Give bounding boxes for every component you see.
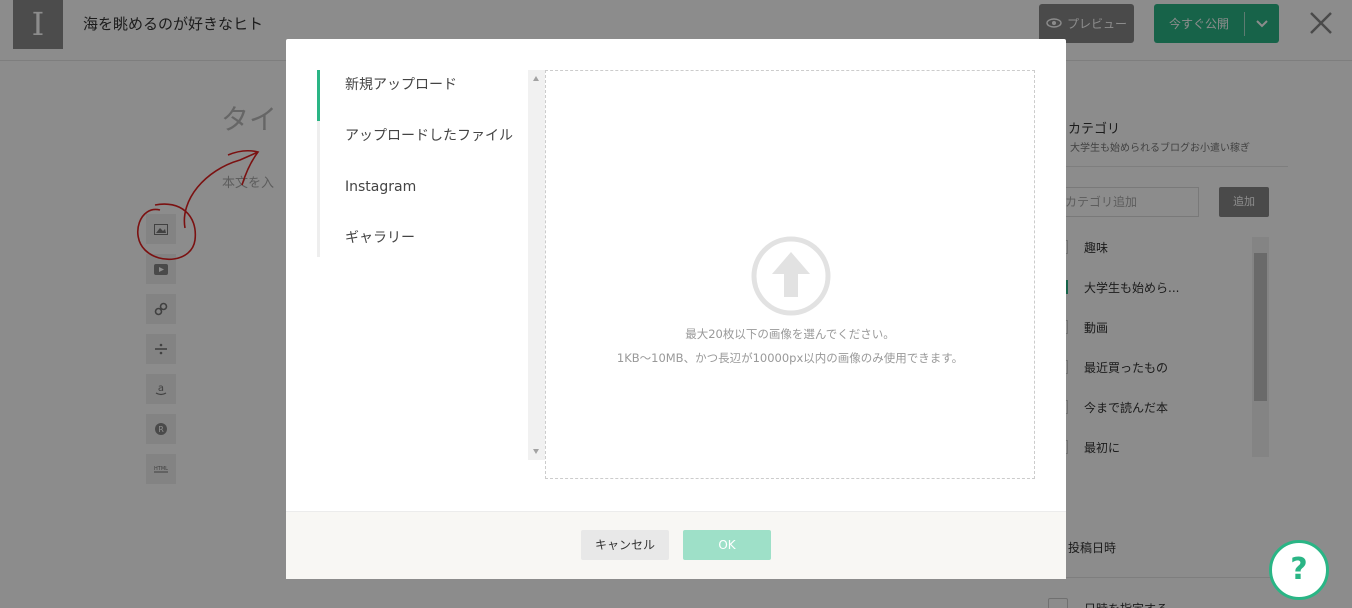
nav-scrollbar[interactable] xyxy=(528,70,545,460)
scroll-up-icon[interactable] xyxy=(533,76,539,81)
tab-instagram[interactable]: Instagram xyxy=(317,172,527,223)
upload-dropzone[interactable]: 最大20枚以下の画像を選んでください。 1KB〜10MB、かつ長辺が10000p… xyxy=(545,70,1035,479)
tab-uploaded-files[interactable]: アップロードしたファイル xyxy=(317,121,527,172)
modal-footer: キャンセル OK xyxy=(286,511,1066,579)
ok-button[interactable]: OK xyxy=(683,530,771,560)
dropzone-instruction: 最大20枚以下の画像を選んでください。 xyxy=(685,327,895,341)
tab-gallery[interactable]: ギャラリー xyxy=(317,223,527,257)
dropzone-limits: 1KB〜10MB、かつ長辺が10000px以内の画像のみ使用できます。 xyxy=(616,351,964,365)
upload-nav: 新規アップロード アップロードしたファイル Instagram ギャラリー xyxy=(317,70,527,257)
tab-new-upload[interactable]: 新規アップロード xyxy=(317,70,527,121)
scroll-down-icon[interactable] xyxy=(533,449,539,454)
cancel-button[interactable]: キャンセル xyxy=(581,530,669,560)
image-upload-modal: 新規アップロード アップロードしたファイル Instagram ギャラリー 最大… xyxy=(286,39,1066,579)
upload-arrow-icon[interactable] xyxy=(750,235,832,317)
help-button[interactable]: ? xyxy=(1269,540,1329,600)
